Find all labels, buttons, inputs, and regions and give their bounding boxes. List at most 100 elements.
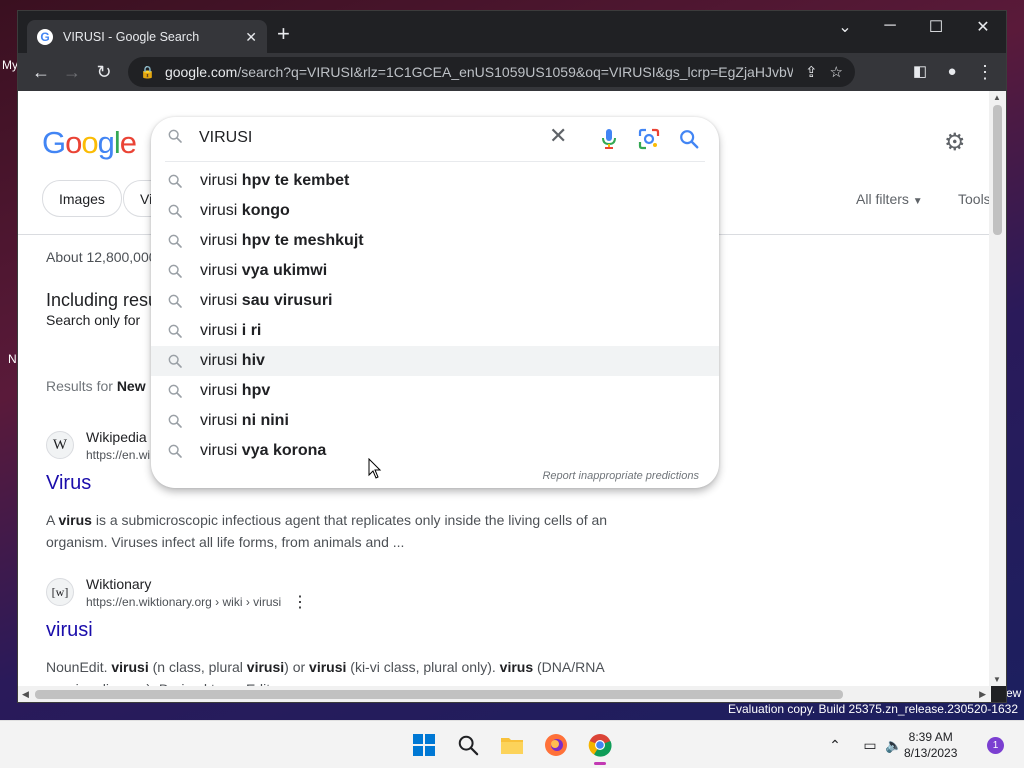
search-icon (168, 174, 182, 188)
suggestion-text: virusi sau virusuri (200, 292, 333, 309)
chip-images[interactable]: Images (42, 180, 122, 217)
google-logo[interactable]: Google (42, 125, 137, 161)
result-site-name[interactable]: Wiktionary (86, 576, 151, 592)
all-filters-button[interactable]: All filters ▼ (856, 191, 923, 207)
clock-date: 8/13/2023 (904, 746, 958, 760)
firefox-icon[interactable] (540, 729, 572, 761)
tab-search-chevron-icon[interactable]: ⌄ (833, 17, 857, 37)
scroll-down-arrow-icon[interactable]: ▼ (993, 675, 1001, 684)
address-url: google.com/search?q=VIRUSI&rlz=1C1GCEA_e… (164, 64, 793, 80)
browser-toolbar: ← → ↻ 🔒 google.com/search?q=VIRUSI&rlz=1… (18, 53, 1006, 91)
search-icon (168, 324, 182, 338)
search-icon (168, 234, 182, 248)
search-icon (168, 129, 182, 143)
result-cite[interactable]: https://en.wi (86, 448, 150, 462)
search-input[interactable]: VIRUSI (199, 129, 252, 147)
settings-gear-icon[interactable]: ⚙ (944, 128, 966, 157)
search-icon (168, 354, 182, 368)
suggestion-item[interactable]: virusi kongo (151, 196, 719, 226)
side-panel-icon[interactable]: ◧ (908, 61, 932, 83)
suggestion-text: virusi kongo (200, 202, 290, 219)
wikipedia-favicon-icon: W (46, 431, 74, 459)
google-favicon-icon: G (37, 29, 53, 45)
including-results-heading: Including resu (46, 290, 159, 310)
search-icon (168, 264, 182, 278)
desktop-icon-label-my: My (2, 58, 18, 72)
search-input-row[interactable]: VIRUSI ✕ (151, 117, 719, 161)
tab-strip: G VIRUSI - Google Search ✕ + ⌄ ─ ☐ ✕ (18, 11, 1006, 54)
suggestion-item[interactable]: virusi hpv (151, 376, 719, 406)
notification-badge[interactable]: 1 (987, 737, 1004, 754)
scrollbar-thumb[interactable] (993, 105, 1002, 235)
reload-button[interactable]: ↻ (92, 61, 116, 83)
vertical-scrollbar[interactable]: ▲ ▼ (989, 91, 1006, 686)
tools-button[interactable]: Tools (958, 191, 991, 207)
result-stats: About 12,800,000 (46, 249, 157, 265)
scroll-right-arrow-icon[interactable]: ▶ (979, 689, 986, 700)
suggestion-text: virusi i ri (200, 322, 262, 339)
minimize-button[interactable]: ─ (878, 17, 902, 35)
file-explorer-icon[interactable] (496, 729, 528, 761)
suggestion-item[interactable]: virusi hpv te meshkujt (151, 226, 719, 256)
network-icon[interactable]: ▭ (860, 729, 880, 761)
suggestion-item[interactable]: virusi vya korona (151, 436, 719, 466)
tray-overflow-chevron-icon[interactable]: ⌃ (825, 729, 845, 761)
result-snippet: NounEdit. virusi (n class, plural virusi… (46, 659, 604, 686)
browser-window: G VIRUSI - Google Search ✕ + ⌄ ─ ☐ ✕ ← →… (17, 10, 1007, 703)
suggestion-item[interactable]: virusi hiv (151, 346, 719, 376)
chrome-taskbar-icon[interactable] (584, 729, 616, 765)
microphone-icon[interactable] (599, 128, 619, 150)
suggestion-item[interactable]: virusi ni nini (151, 406, 719, 436)
new-tab-button[interactable]: + (277, 23, 290, 45)
search-icon (168, 204, 182, 218)
tab-close-icon[interactable]: ✕ (245, 29, 257, 46)
suggestion-item[interactable]: virusi sau virusuri (151, 286, 719, 316)
tab-google-search[interactable]: G VIRUSI - Google Search ✕ (27, 20, 267, 54)
maximize-button[interactable]: ☐ (924, 17, 948, 37)
bookmark-star-icon[interactable]: ☆ (830, 63, 843, 81)
back-button[interactable]: ← (29, 61, 53, 83)
forward-button[interactable]: → (60, 61, 84, 83)
taskbar-search-icon[interactable] (452, 729, 484, 761)
clear-search-button[interactable]: ✕ (549, 123, 567, 149)
suggestion-text: virusi hiv (200, 352, 265, 369)
clock[interactable]: 8:39 AM 8/13/2023 (904, 729, 957, 761)
address-bar[interactable]: 🔒 google.com/search?q=VIRUSI&rlz=1C1GCEA… (128, 57, 855, 87)
profile-icon[interactable]: ● (940, 61, 964, 83)
search-box-dropdown: VIRUSI ✕ virusi hpv te kembet virusi kon… (151, 117, 719, 488)
divider (165, 161, 705, 162)
suggestion-item[interactable]: virusi i ri (151, 316, 719, 346)
results-for-line: Results for New (46, 378, 146, 394)
start-menu-icon[interactable] (408, 729, 440, 761)
search-submit-icon[interactable] (678, 128, 700, 150)
search-icon (168, 414, 182, 428)
scrollbar-corner (991, 686, 1006, 702)
desktop-icon-label-ew: ew (1006, 686, 1022, 700)
more-options-icon[interactable]: ⋮ (292, 592, 308, 612)
volume-icon[interactable]: 🔈 (884, 729, 904, 761)
chrome-menu-icon[interactable]: ⋮ (973, 61, 997, 83)
report-predictions-link[interactable]: Report inappropriate predictions (542, 470, 699, 482)
clock-time: 8:39 AM (908, 730, 953, 744)
horizontal-scrollbar[interactable]: ◀ ▶ (18, 686, 1006, 702)
scrollbar-thumb[interactable] (35, 690, 843, 699)
suggestion-text: virusi hpv te meshkujt (200, 232, 364, 249)
result-site-name[interactable]: Wikipedia (86, 429, 147, 445)
close-window-button[interactable]: ✕ (971, 17, 995, 37)
suggestion-text: virusi hpv (200, 382, 271, 399)
tab-title: VIRUSI - Google Search (63, 30, 200, 44)
suggestion-item[interactable]: virusi vya ukimwi (151, 256, 719, 286)
search-results-page: Google ⚙ Images Vi All filters ▼ Tools A… (18, 91, 991, 686)
scroll-left-arrow-icon[interactable]: ◀ (22, 689, 29, 700)
result-title-link[interactable]: virusi (46, 619, 93, 642)
result-title-link[interactable]: Virus (46, 472, 91, 495)
suggestion-item[interactable]: virusi hpv te kembet (151, 166, 719, 196)
google-lens-icon[interactable] (638, 128, 660, 150)
suggestion-text: virusi ni nini (200, 412, 289, 429)
result-cite[interactable]: https://en.wiktionary.org › wiki › virus… (86, 595, 281, 609)
share-icon[interactable]: ⇪ (805, 63, 818, 81)
result-snippet: A virus is a submicroscopic infectious a… (46, 512, 608, 550)
suggestion-text: virusi vya korona (200, 442, 327, 459)
scroll-up-arrow-icon[interactable]: ▲ (993, 93, 1001, 102)
evaluation-watermark: Evaluation copy. Build 25375.zn_release.… (728, 702, 1018, 716)
